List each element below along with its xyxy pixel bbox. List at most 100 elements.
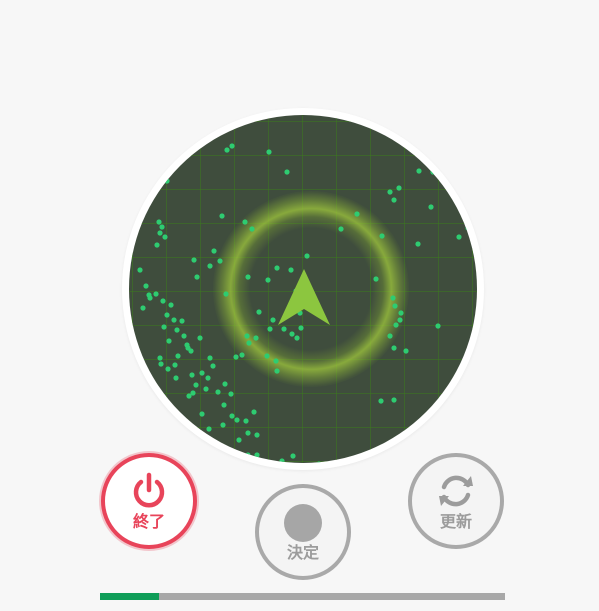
- radar-dot: [456, 234, 462, 240]
- refresh-icon: [439, 475, 473, 507]
- radar-dot: [172, 362, 178, 368]
- radar-dot: [264, 353, 270, 359]
- confirm-dot-icon: [284, 504, 322, 542]
- radar-dot: [430, 169, 436, 175]
- radar-frame: [122, 108, 484, 470]
- radar-dot: [224, 147, 230, 153]
- radar-dot: [154, 242, 160, 248]
- radar-dot: [137, 267, 143, 273]
- radar-dot: [473, 227, 477, 233]
- radar-dot: [254, 452, 260, 458]
- radar-dot: [185, 345, 191, 351]
- radar-dot: [273, 358, 279, 364]
- radar-dot: [266, 149, 272, 155]
- radar-dot: [229, 413, 235, 419]
- radar-dot: [161, 324, 167, 330]
- radar-dot: [279, 458, 285, 463]
- radar-dot: [245, 274, 251, 280]
- radar-dot: [393, 322, 399, 328]
- radar-dot: [281, 326, 287, 332]
- radar-dot: [416, 168, 422, 174]
- refresh-button[interactable]: 更新: [408, 453, 504, 549]
- radar-dot: [171, 317, 177, 323]
- radar-dot: [217, 258, 223, 264]
- radar-dot: [265, 277, 271, 283]
- radar-dot: [181, 333, 187, 339]
- radar-dot: [390, 295, 396, 301]
- radar-dot: [254, 432, 260, 438]
- radar-dot: [428, 204, 434, 210]
- radar-dot: [290, 453, 296, 459]
- radar-dot: [294, 335, 300, 341]
- radar-dot: [207, 263, 213, 269]
- radar-dot: [270, 317, 276, 323]
- radar-dot: [354, 211, 360, 217]
- radar-dot: [199, 370, 205, 376]
- radar-dot: [175, 353, 181, 359]
- radar-dot: [244, 333, 250, 339]
- radar-dot: [253, 335, 259, 341]
- radar-dot: [391, 397, 397, 403]
- end-button[interactable]: 終了: [101, 453, 197, 549]
- radar-dot: [199, 411, 205, 417]
- radar-dot: [397, 317, 403, 323]
- radar-dot: [153, 291, 159, 297]
- radar-dot: [162, 234, 168, 240]
- radar-dot: [338, 226, 344, 232]
- radar-dot: [236, 437, 242, 443]
- radar-view[interactable]: [129, 115, 477, 463]
- radar-dot: [179, 318, 185, 324]
- radar-dot: [168, 302, 174, 308]
- radar-dot: [210, 363, 216, 369]
- radar-dot: [140, 305, 146, 311]
- radar-dot: [220, 422, 226, 428]
- radar-dot: [159, 224, 165, 230]
- radar-dot: [373, 276, 379, 282]
- radar-dot: [251, 409, 257, 415]
- radar-dot: [143, 283, 149, 289]
- confirm-button-label: 決定: [286, 543, 319, 562]
- radar-dot: [173, 375, 179, 381]
- radar-dot: [165, 366, 171, 372]
- radar-dot: [194, 274, 200, 280]
- radar-dot: [289, 331, 295, 337]
- radar-dot: [379, 233, 385, 239]
- radar-dot: [243, 418, 249, 424]
- radar-dot: [197, 335, 203, 341]
- radar-dot: [203, 386, 209, 392]
- radar-dot: [211, 248, 217, 254]
- radar-dot: [223, 291, 229, 297]
- radar-dot: [242, 219, 248, 225]
- radar-dot: [391, 197, 397, 203]
- radar-dot: [229, 143, 235, 149]
- radar-dot: [413, 125, 419, 131]
- radar-dot: [189, 372, 195, 378]
- radar-dot: [157, 355, 163, 361]
- radar-dot: [228, 391, 234, 397]
- end-button-label: 終了: [132, 512, 165, 531]
- radar-dot: [166, 338, 172, 344]
- direction-arrow-icon: [278, 269, 330, 325]
- confirm-button[interactable]: 決定: [255, 484, 351, 580]
- radar-dot: [426, 130, 432, 136]
- radar-dot: [387, 333, 393, 339]
- radar-dot: [246, 340, 252, 346]
- radar-dot: [205, 375, 211, 381]
- radar-dot: [392, 303, 398, 309]
- progress-bar-fill: [100, 593, 159, 600]
- radar-dot: [284, 169, 290, 175]
- radar-dot: [415, 241, 421, 247]
- radar-dot: [219, 213, 225, 219]
- power-icon: [133, 472, 165, 508]
- radar-dot: [387, 189, 393, 195]
- radar-dot: [256, 309, 262, 315]
- radar-dot: [245, 430, 251, 436]
- radar-dot: [465, 225, 471, 231]
- radar-dot: [158, 361, 164, 367]
- radar-dot: [215, 389, 221, 395]
- radar-dot: [378, 398, 384, 404]
- radar-dot: [221, 402, 227, 408]
- radar-dot: [141, 207, 147, 213]
- radar-dot: [267, 326, 273, 332]
- refresh-button-label: 更新: [439, 512, 472, 531]
